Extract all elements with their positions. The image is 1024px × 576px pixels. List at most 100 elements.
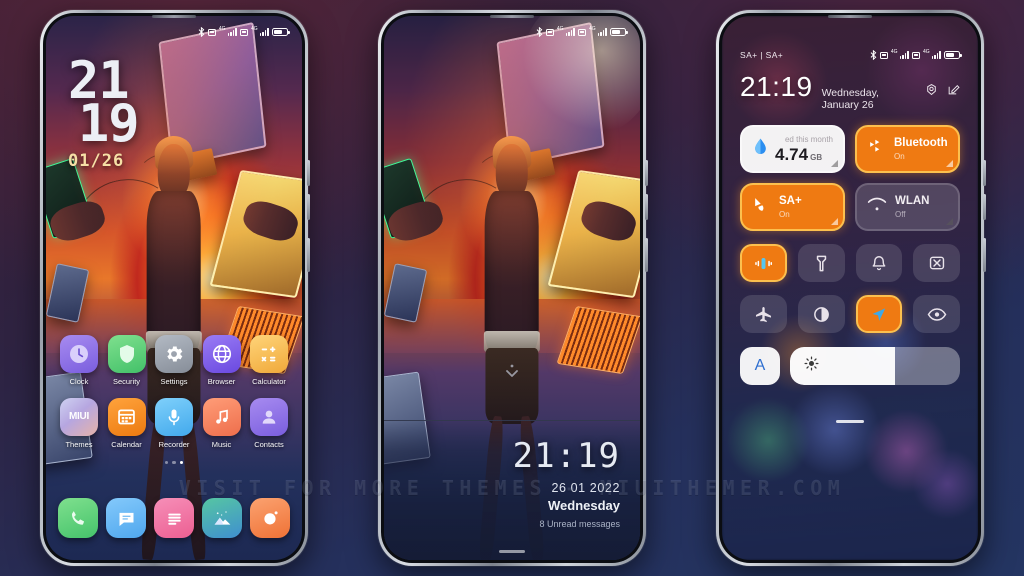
screen-cast-toggle[interactable]: [913, 244, 960, 282]
settings-gear-icon[interactable]: [925, 83, 938, 101]
battery-icon: [272, 28, 290, 36]
music-note-icon: [202, 397, 241, 436]
app-security[interactable]: Security: [106, 334, 148, 386]
auto-brightness-button[interactable]: A: [740, 347, 780, 385]
volume-up-button[interactable]: [307, 160, 310, 186]
app-grid: Clock Security Settings Browser Calculat…: [46, 334, 302, 473]
app-music[interactable]: Music: [201, 397, 243, 449]
mobile-data-tile[interactable]: SA+ On: [740, 183, 845, 231]
power-button[interactable]: [983, 238, 986, 272]
sim1-icon: [879, 51, 888, 59]
bluetooth-tile[interactable]: Bluetooth On: [855, 125, 960, 173]
calendar-icon: [107, 397, 146, 436]
camera-lens-icon[interactable]: [250, 498, 290, 538]
tile-status: Off: [895, 210, 906, 220]
volume-down-button[interactable]: [983, 194, 986, 220]
app-row-2: MIUI Themes Calendar Recorder Music Cont…: [58, 397, 290, 449]
app-calculator[interactable]: Calculator: [248, 334, 290, 386]
sim2-signal-icon: [931, 51, 941, 59]
location-toggle[interactable]: [855, 295, 903, 333]
clock-minutes: 19: [78, 93, 140, 154]
sim2-signal-icon: [259, 28, 269, 36]
power-button[interactable]: [307, 238, 310, 272]
airplane-mode-toggle[interactable]: [740, 295, 787, 333]
calculator-icon: [250, 334, 288, 373]
message-bubble-icon[interactable]: [106, 498, 146, 538]
reading-mode-toggle[interactable]: [913, 295, 960, 333]
clock-icon: [60, 334, 98, 373]
volume-up-button[interactable]: [983, 160, 986, 186]
phone-handset-icon[interactable]: [58, 498, 98, 538]
battery-icon: [610, 28, 628, 36]
app-themes[interactable]: MIUI Themes: [58, 397, 100, 449]
brightness-row: A: [740, 347, 960, 385]
app-recorder[interactable]: Recorder: [153, 397, 195, 449]
tile-status: On: [894, 152, 905, 162]
cc-date: Wednesday, January 26: [821, 87, 879, 111]
wlan-tile[interactable]: WLAN Off: [855, 183, 960, 231]
app-label: Calendar: [111, 439, 142, 449]
app-contacts[interactable]: Contacts: [248, 397, 290, 449]
app-label: Browser: [207, 376, 236, 386]
app-browser[interactable]: Browser: [201, 334, 243, 386]
battery-icon: [944, 51, 962, 59]
person-icon: [250, 397, 288, 436]
bluetooth-icon: [536, 27, 543, 37]
data-usage-value: 4.74: [775, 145, 809, 165]
mountain-photo-icon[interactable]: [202, 498, 242, 538]
dark-mode-toggle[interactable]: [797, 295, 845, 333]
mobile-data-icon: [752, 195, 771, 219]
app-clock[interactable]: Clock: [58, 334, 100, 386]
data-usage-unit: GB: [810, 153, 823, 163]
earpiece-grille: [490, 15, 534, 18]
page-indicator[interactable]: [58, 460, 290, 464]
gear-icon: [155, 334, 193, 373]
dock: [58, 498, 290, 538]
shield-icon: [107, 334, 146, 373]
sound-vibrate-toggle[interactable]: [740, 244, 787, 282]
edit-pencil-icon[interactable]: [947, 83, 960, 101]
microphone-icon: [155, 397, 193, 436]
power-button[interactable]: [645, 238, 648, 272]
site-watermark: VISIT FOR MORE THEMES - MIUITHEMER.COM: [178, 476, 846, 500]
brightness-sun-icon: [804, 356, 819, 376]
cc-time: 21:19: [740, 71, 813, 102]
tile-resize-corner: [831, 218, 838, 225]
tile-resize-corner: [946, 218, 953, 225]
brightness-slider[interactable]: [790, 347, 960, 385]
data-usage-tile[interactable]: ed this month 4.74 GB: [740, 125, 845, 173]
quick-setting-tiles: ed this month 4.74 GB Bluetooth On SA+ O…: [740, 125, 960, 231]
app-label: Security: [112, 376, 141, 386]
volume-down-button[interactable]: [307, 194, 310, 220]
data-drop-icon: [752, 137, 769, 162]
lockscreen-clock: 21 19 01/26: [68, 55, 140, 171]
wifi-icon: [867, 196, 887, 219]
app-label: Clock: [69, 376, 89, 386]
app-settings[interactable]: Settings: [153, 334, 195, 386]
tile-title: WLAN: [895, 194, 930, 207]
toggle-row-1: [740, 244, 960, 282]
notes-lines-icon[interactable]: [154, 498, 194, 538]
silent-toggle[interactable]: [855, 244, 903, 282]
screenshot-stage: 4G 4G 21 19 01/26 Clock Security Setting…: [0, 0, 1024, 576]
tile-title: SA+: [779, 194, 802, 207]
volume-up-button[interactable]: [645, 160, 648, 186]
panel-drag-handle[interactable]: [836, 420, 864, 423]
tile-resize-corner: [946, 160, 953, 167]
app-calendar[interactable]: Calendar: [106, 397, 148, 449]
volume-down-button[interactable]: [645, 194, 648, 220]
sim2-icon: [577, 28, 586, 36]
phone1-status-bar: 4G 4G: [46, 16, 302, 42]
chevron-down-icon[interactable]: [505, 364, 519, 385]
app-label: Settings: [160, 376, 188, 386]
home-indicator[interactable]: [499, 550, 525, 553]
tile-status: On: [779, 210, 790, 220]
bluetooth-icon: [870, 50, 877, 60]
data-usage-label: ed this month: [784, 134, 833, 144]
tile-resize-corner: [831, 160, 838, 167]
globe-icon: [202, 334, 241, 373]
miui-themes-icon: MIUI: [60, 397, 98, 436]
app-label: Calculator: [252, 376, 286, 386]
phone2-status-bar: 4G 4G: [384, 16, 640, 42]
flashlight-toggle[interactable]: [797, 244, 845, 282]
